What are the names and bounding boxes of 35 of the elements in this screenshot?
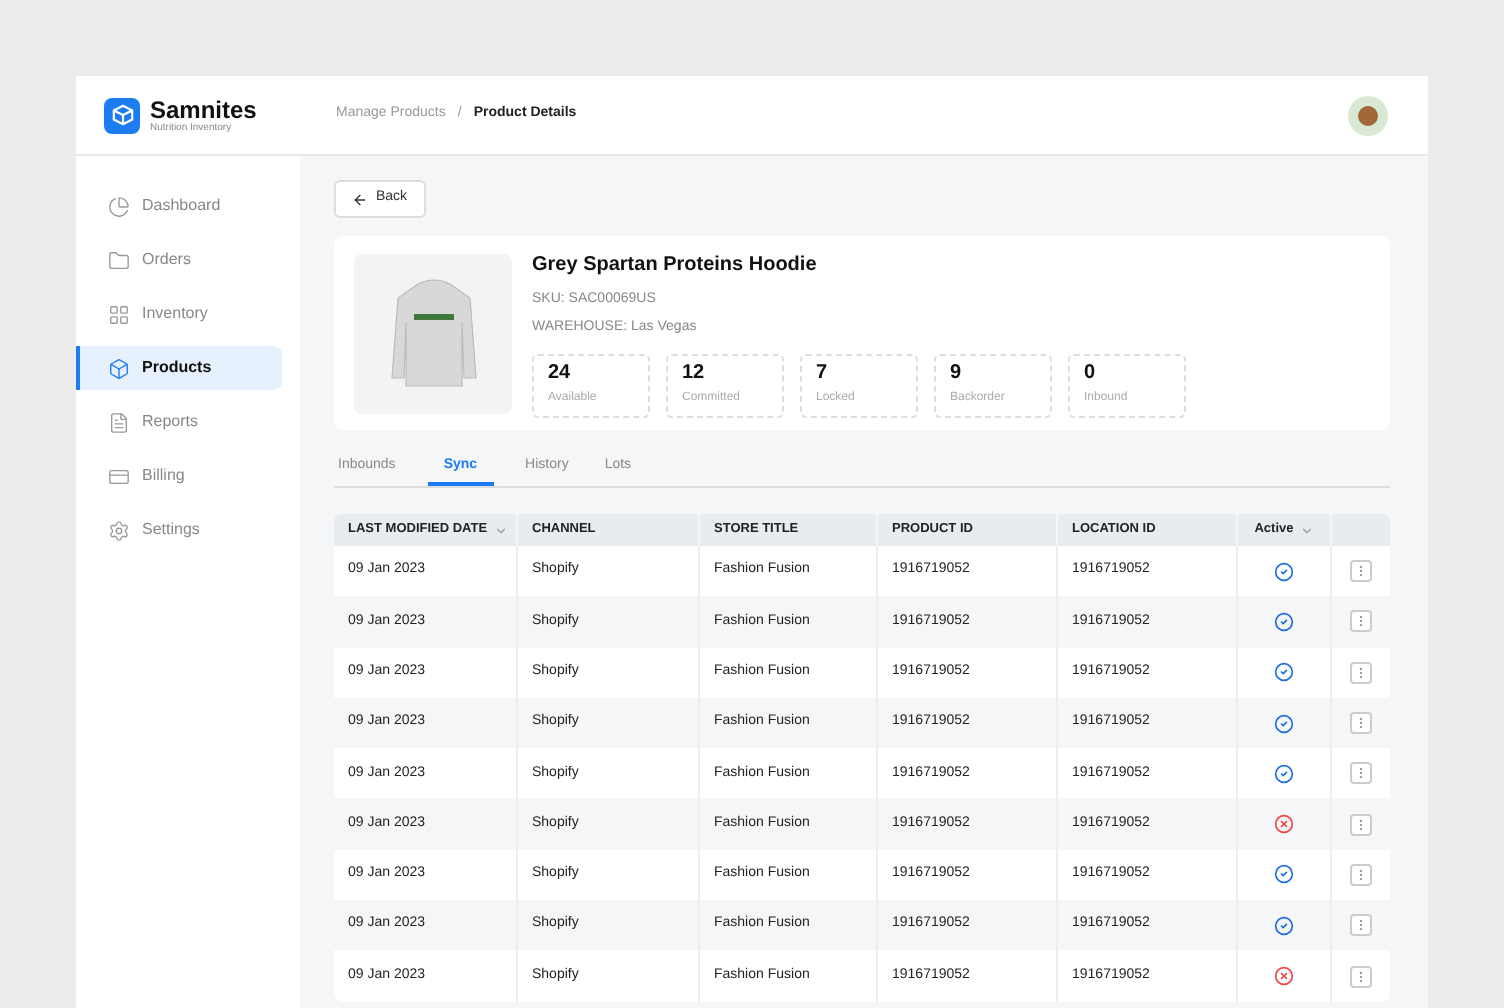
stat-value: 7 <box>816 363 830 383</box>
chevron-down-icon <box>493 523 508 537</box>
box-icon <box>108 357 130 379</box>
pie-chart-icon <box>108 195 130 217</box>
sidebar-item[interactable]: Inventory <box>76 292 282 336</box>
document-icon <box>108 411 130 433</box>
brand-name: Samnites <box>150 97 257 121</box>
row-menu-button[interactable] <box>1349 661 1371 684</box>
row-menu-button[interactable] <box>1349 863 1371 886</box>
row-menu-button[interactable] <box>1349 813 1371 836</box>
avatar[interactable] <box>1348 95 1388 135</box>
sidebar-item[interactable]: Orders <box>76 238 282 282</box>
row-menu-button[interactable] <box>1349 965 1371 988</box>
row-menu-button[interactable] <box>1349 762 1371 785</box>
stat-value: 24 <box>548 363 573 383</box>
settings-icon <box>108 519 130 541</box>
row-menu-button[interactable] <box>1349 712 1371 735</box>
row-menu-button[interactable] <box>1349 610 1371 633</box>
product-title: Grey Spartan Proteins Hoodie <box>532 251 819 279</box>
arrow-left-icon <box>352 191 368 207</box>
grid-icon <box>108 303 130 325</box>
row-menu-button[interactable] <box>1349 560 1371 583</box>
row-menu-button[interactable] <box>1349 914 1371 937</box>
sidebar-item[interactable]: Dashboard <box>76 184 282 228</box>
sidebar-item[interactable]: Billing <box>76 454 282 498</box>
stat-value: 12 <box>682 363 707 383</box>
sidebar-item[interactable]: Products <box>76 346 282 390</box>
logo-icon <box>104 97 140 133</box>
sidebar-item[interactable]: Reports <box>76 400 282 444</box>
sidebar-item[interactable]: Settings <box>76 508 282 552</box>
stat-value: 9 <box>950 363 964 383</box>
chevron-down-icon <box>1299 523 1314 537</box>
folder-icon <box>108 249 130 271</box>
stat-value: 0 <box>1084 363 1098 383</box>
card-icon <box>108 465 130 487</box>
